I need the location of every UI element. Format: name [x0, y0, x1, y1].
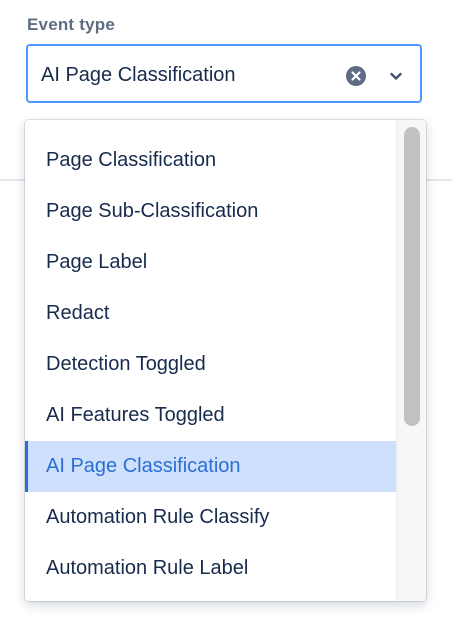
option-page-sub-classification[interactable]: Page Sub-Classification — [25, 186, 396, 237]
event-type-page: Event type AI Page Classification Page C… — [0, 0, 452, 624]
dropdown-toggle[interactable] — [387, 67, 405, 85]
option-automation-rule-classify[interactable]: Automation Rule Classify — [25, 492, 396, 543]
option-page-classification[interactable]: Page Classification — [25, 135, 396, 186]
option-ai-features-toggled[interactable]: AI Features Toggled — [25, 390, 396, 441]
event-type-select[interactable]: AI Page Classification — [26, 44, 422, 103]
chevron-down-icon — [390, 72, 402, 80]
option-page-label[interactable]: Page Label — [25, 237, 396, 288]
option-automation-rule-label[interactable]: Automation Rule Label — [25, 543, 396, 594]
menu-scrollbar[interactable] — [396, 120, 426, 601]
clear-circle-x-icon — [346, 66, 366, 86]
selected-value: AI Page Classification — [41, 64, 236, 86]
scrollbar-thumb[interactable] — [404, 127, 420, 426]
option-redact[interactable]: Redact — [25, 288, 396, 339]
dropdown-menu: Page Classification Page Sub-Classificat… — [25, 120, 426, 601]
clear-icon[interactable] — [346, 66, 366, 86]
event-type-label: Event type — [27, 15, 115, 34]
option-detection-toggled[interactable]: Detection Toggled — [25, 339, 396, 390]
option-ai-page-classification[interactable]: AI Page Classification — [25, 441, 396, 492]
option-list: Page Classification Page Sub-Classificat… — [25, 135, 396, 594]
